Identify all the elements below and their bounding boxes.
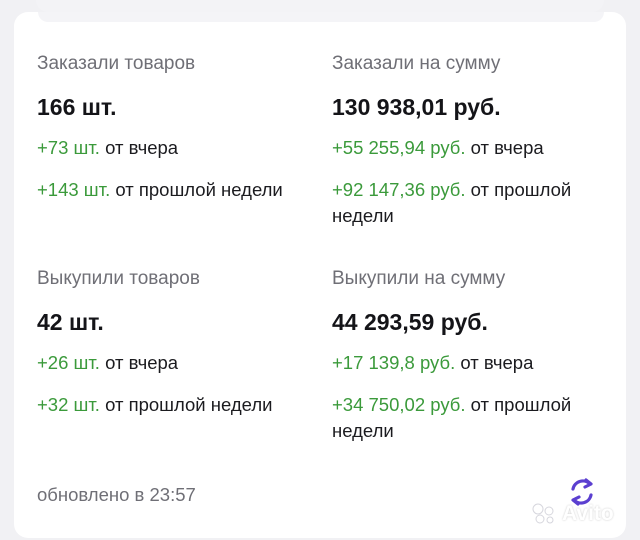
delta-week: +34 750,02 руб. от прошлой недели	[332, 392, 617, 444]
metric-value: 130 938,01 руб.	[332, 94, 501, 120]
bought-qty-metric: Выкупили товаров 42 шт. +26 шт. от вчера…	[37, 267, 322, 418]
metric-value: 166 шт.	[37, 94, 117, 120]
delta-week: +32 шт. от прошлой недели	[37, 392, 322, 418]
delta-value: +34 750,02 руб.	[332, 394, 466, 415]
delta-suffix: от вчера	[460, 352, 534, 373]
updated-timestamp: обновлено в 23:57	[37, 484, 196, 505]
avito-watermark: Avito	[532, 502, 614, 526]
delta-suffix: от вчера	[105, 137, 179, 158]
delta-suffix: от прошлой недели	[115, 179, 283, 200]
metric-value: 44 293,59 руб.	[332, 309, 488, 335]
delta-day: +73 шт. от вчера	[37, 135, 322, 161]
delta-day: +17 139,8 руб. от вчера	[332, 350, 617, 376]
previous-card-edge	[36, 0, 604, 12]
avito-logo-icon	[532, 503, 554, 524]
card-top-panel	[38, 12, 604, 22]
delta-value: +92 147,36 руб.	[332, 179, 466, 200]
delta-suffix: от вчера	[470, 137, 544, 158]
delta-value: +26 шт.	[37, 352, 100, 373]
delta-value: +73 шт.	[37, 137, 100, 158]
delta-value: +32 шт.	[37, 394, 100, 415]
metric-value: 42 шт.	[37, 309, 104, 335]
delta-week: +92 147,36 руб. от прошлой недели	[332, 177, 617, 229]
ordered-sum-metric: Заказали на сумму 130 938,01 руб. +55 25…	[332, 52, 617, 229]
metric-label: Заказали товаров	[37, 53, 196, 74]
metric-label: Заказали на сумму	[332, 53, 501, 74]
metric-label: Выкупили на сумму	[332, 268, 506, 289]
stats-card: Заказали товаров 166 шт. +73 шт. от вчер…	[14, 12, 626, 538]
bought-sum-metric: Выкупили на сумму 44 293,59 руб. +17 139…	[332, 267, 617, 444]
delta-value: +17 139,8 руб.	[332, 352, 456, 373]
watermark-text: Avito	[562, 502, 614, 525]
delta-day: +55 255,94 руб. от вчера	[332, 135, 617, 161]
metric-label: Выкупили товаров	[37, 268, 200, 289]
delta-value: +55 255,94 руб.	[332, 137, 466, 158]
delta-value: +143 шт.	[37, 179, 111, 200]
delta-week: +143 шт. от прошлой недели	[37, 177, 322, 203]
delta-day: +26 шт. от вчера	[37, 350, 322, 376]
delta-suffix: от вчера	[105, 352, 179, 373]
delta-suffix: от прошлой недели	[105, 394, 273, 415]
ordered-qty-metric: Заказали товаров 166 шт. +73 шт. от вчер…	[37, 52, 322, 203]
